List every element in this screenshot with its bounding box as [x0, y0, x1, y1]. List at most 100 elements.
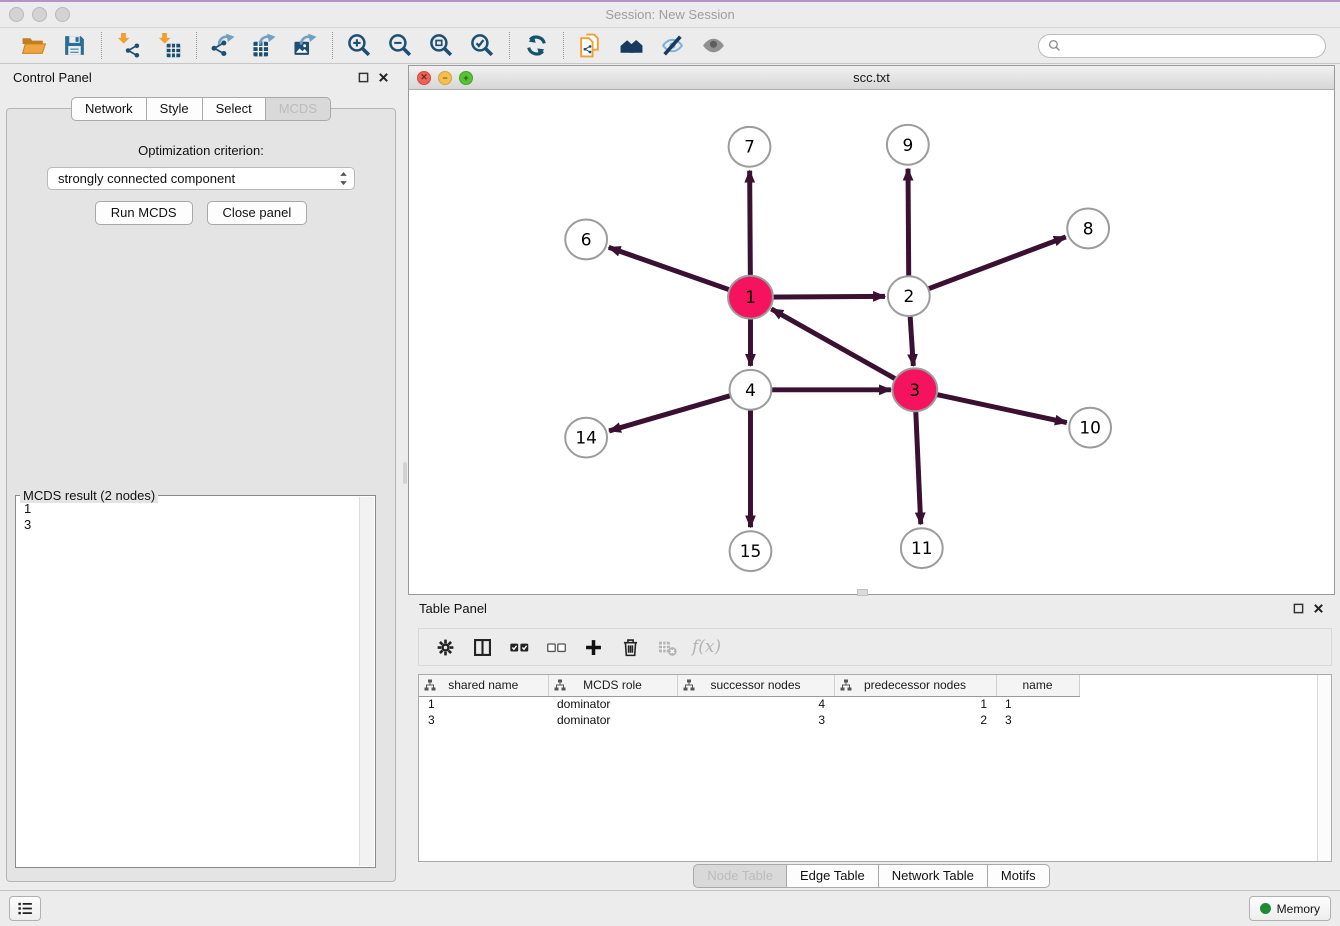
table-settings-button[interactable] — [428, 632, 462, 662]
graph-edge-2-8[interactable] — [909, 237, 1066, 296]
close-panel-icon[interactable] — [378, 72, 389, 83]
close-panel-icon[interactable] — [1313, 603, 1324, 614]
float-panel-icon[interactable] — [358, 72, 369, 83]
show-all-button[interactable] — [695, 31, 732, 61]
graph-node-8[interactable]: 8 — [1067, 209, 1109, 249]
delete-table-button — [650, 632, 684, 662]
search-input[interactable] — [1066, 38, 1316, 54]
control-panel: Control Panel NetworkStyleSelectMCDS Opt… — [0, 64, 402, 890]
zoom-selected-button[interactable] — [464, 31, 501, 61]
export-network-button[interactable] — [205, 31, 242, 61]
table-cell[interactable]: 3 — [419, 712, 548, 728]
close-panel-button[interactable]: Close panel — [207, 201, 308, 225]
zoom-in-button[interactable] — [341, 31, 378, 61]
network-maximize-button[interactable]: + — [459, 71, 473, 85]
select-all-columns-button[interactable] — [502, 632, 536, 662]
column-header-shared-name[interactable]: shared name — [419, 675, 548, 696]
graph-node-2[interactable]: 2 — [888, 276, 930, 316]
table-cell[interactable]: 1 — [834, 696, 996, 712]
hide-selected-button[interactable] — [654, 31, 691, 61]
export-image-icon — [293, 33, 318, 58]
show-columns-button[interactable] — [465, 632, 499, 662]
graph-node-10[interactable]: 10 — [1069, 408, 1111, 448]
open-folder-icon — [21, 33, 46, 58]
table-tab-edge-table[interactable]: Edge Table — [787, 864, 879, 888]
run-mcds-button[interactable]: Run MCDS — [95, 201, 193, 225]
export-table-button[interactable] — [246, 31, 283, 61]
table-cell[interactable]: 2 — [834, 712, 996, 728]
mcds-result-item: 3 — [24, 517, 367, 533]
column-header-name[interactable]: name — [996, 675, 1079, 696]
toolbar-separator — [332, 32, 333, 59]
optimization-criterion-select[interactable]: strongly connected component — [47, 167, 355, 190]
svg-text:4: 4 — [745, 380, 756, 400]
tab-network[interactable]: Network — [71, 97, 147, 121]
tab-mcds[interactable]: MCDS — [266, 97, 331, 121]
graph-node-9[interactable]: 9 — [887, 125, 929, 165]
graph-node-3[interactable]: 3 — [892, 368, 937, 411]
add-column-button[interactable] — [576, 632, 610, 662]
first-neighbors-button[interactable] — [613, 31, 650, 61]
network-minimize-button[interactable]: − — [438, 71, 452, 85]
svg-text:11: 11 — [911, 538, 933, 558]
clone-network-button[interactable] — [572, 31, 609, 61]
column-header-mcds-role[interactable]: MCDS role — [548, 675, 677, 696]
graph-node-7[interactable]: 7 — [729, 127, 771, 167]
tab-style[interactable]: Style — [147, 97, 203, 121]
graph-edge-3-1[interactable] — [771, 309, 915, 390]
table-cell[interactable]: dominator — [548, 712, 677, 728]
eye-slash-icon — [660, 33, 685, 58]
delete-table-icon — [657, 637, 678, 658]
save-session-button[interactable] — [56, 31, 93, 61]
float-panel-icon[interactable] — [1293, 603, 1304, 614]
toolbar-separator — [196, 32, 197, 59]
svg-text:1: 1 — [745, 287, 756, 307]
toolbar-separator — [509, 32, 510, 59]
save-icon — [62, 33, 87, 58]
svg-text:8: 8 — [1083, 218, 1094, 238]
graph-node-14[interactable]: 14 — [565, 418, 607, 458]
svg-text:7: 7 — [744, 137, 755, 157]
column-header-predecessor-nodes[interactable]: predecessor nodes — [834, 675, 996, 696]
table-tab-node-table[interactable]: Node Table — [693, 864, 787, 888]
search-field[interactable] — [1038, 34, 1326, 58]
app-title: Session: New Session — [0, 7, 1340, 22]
table-tab-network-table[interactable]: Network Table — [879, 864, 988, 888]
main-toolbar — [0, 28, 1340, 64]
graph-edge-4-14[interactable] — [609, 390, 750, 431]
refresh-button[interactable] — [518, 31, 555, 61]
table-cell[interactable]: 4 — [677, 696, 834, 712]
zoom-out-button[interactable] — [382, 31, 419, 61]
divider-grip[interactable] — [403, 462, 407, 484]
svg-text:14: 14 — [575, 428, 597, 448]
network-window-titlebar: ✕ − + scc.txt — [409, 66, 1334, 90]
tab-select[interactable]: Select — [203, 97, 266, 121]
result-scrollbar[interactable] — [359, 497, 374, 866]
workarea: Control Panel NetworkStyleSelectMCDS Opt… — [0, 64, 1340, 890]
clone-network-icon — [578, 33, 603, 58]
memory-button[interactable]: Memory — [1249, 896, 1331, 921]
table-cell[interactable]: 1 — [419, 696, 548, 712]
table-cell[interactable]: 1 — [996, 696, 1079, 712]
network-canvas[interactable]: 1 2 3 4 6 7 8 9 10 11 14 15 — [410, 90, 1333, 591]
import-network-button[interactable] — [110, 31, 147, 61]
column-header-successor-nodes[interactable]: successor nodes — [677, 675, 834, 696]
task-history-button[interactable] — [9, 896, 41, 921]
network-close-button[interactable]: ✕ — [417, 71, 431, 85]
graph-node-6[interactable]: 6 — [565, 219, 607, 259]
import-table-button[interactable] — [151, 31, 188, 61]
graph-node-15[interactable]: 15 — [730, 531, 772, 571]
delete-column-button[interactable] — [613, 632, 647, 662]
table-scrollbar[interactable] — [1317, 675, 1331, 861]
table-cell[interactable]: 3 — [677, 712, 834, 728]
table-cell[interactable]: 3 — [996, 712, 1079, 728]
graph-node-4[interactable]: 4 — [730, 370, 772, 410]
deselect-all-columns-button[interactable] — [539, 632, 573, 662]
table-tab-motifs[interactable]: Motifs — [988, 864, 1050, 888]
table-cell[interactable]: dominator — [548, 696, 677, 712]
fit-content-button[interactable] — [423, 31, 460, 61]
open-session-button[interactable] — [15, 31, 52, 61]
graph-node-11[interactable]: 11 — [901, 528, 943, 568]
export-image-button[interactable] — [287, 31, 324, 61]
graph-node-1[interactable]: 1 — [728, 276, 773, 319]
